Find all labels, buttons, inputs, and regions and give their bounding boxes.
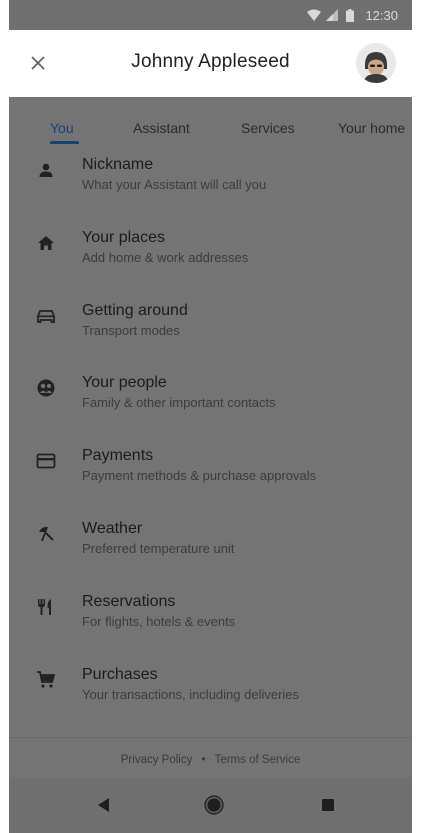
phone-screen: 12:30 Johnny Appleseed You Assistant Ser…	[0, 0, 421, 833]
app-header: Johnny Appleseed	[9, 30, 412, 97]
footer-separator: •	[201, 754, 206, 766]
weather-icon	[35, 523, 57, 545]
active-tab-indicator	[50, 141, 79, 144]
list-item-title: Getting around	[82, 301, 188, 319]
list-item-subtitle: Family & other important contacts	[82, 395, 276, 411]
settings-content: You Assistant Services Your home Nicknam…	[9, 97, 412, 777]
car-icon	[35, 305, 57, 327]
person-icon	[35, 159, 57, 181]
list-item-title: Weather	[82, 519, 143, 537]
terms-of-service-link[interactable]: Terms of Service	[215, 754, 301, 766]
list-item-title: Purchases	[82, 665, 158, 683]
list-item-title: Your people	[82, 374, 167, 392]
list-item-reservations[interactable]: Reservations For flights, hotels & event…	[9, 586, 412, 659]
footer-links: Privacy Policy • Terms of Service	[9, 754, 412, 766]
wifi-icon	[307, 8, 322, 22]
battery-icon	[343, 8, 357, 22]
list-item-title: Reservations	[82, 592, 176, 610]
list-item-title: Nickname	[82, 156, 154, 173]
nav-home-button[interactable]	[204, 795, 224, 815]
credit-card-icon	[35, 450, 57, 472]
list-item-subtitle: What your Assistant will call you	[82, 177, 267, 192]
list-item-subtitle: Your transactions, including deliveries	[82, 686, 300, 702]
home-icon	[35, 232, 57, 254]
list-item-subtitle: For flights, hotels & events	[82, 613, 236, 629]
list-item-your-people[interactable]: Your people Family & other important con…	[9, 367, 412, 440]
list-item-your-places[interactable]: Your places Add home & work addresses	[9, 222, 412, 295]
system-navigation-bar	[9, 777, 412, 833]
list-item-weather[interactable]: Weather Preferred temperature unit	[9, 513, 412, 586]
signal-icon	[325, 8, 339, 22]
settings-list: Nickname What your Assistant will call y…	[9, 149, 412, 731]
avatar-icon	[356, 43, 396, 83]
avatar[interactable]	[356, 43, 396, 83]
tab-bar: You Assistant Services Your home	[9, 97, 412, 148]
nav-back-button[interactable]	[94, 795, 114, 815]
list-item-getting-around[interactable]: Getting around Transport modes	[9, 295, 412, 368]
tab-your-home[interactable]: Your home	[338, 120, 405, 136]
list-item-subtitle: Transport modes	[82, 322, 180, 338]
list-item-subtitle: Payment methods & purchase approvals	[82, 468, 317, 484]
status-time: 12:30	[365, 7, 398, 23]
list-item-nickname[interactable]: Nickname What your Assistant will call y…	[9, 149, 412, 222]
recents-icon	[322, 799, 334, 811]
list-item-title: Your places	[82, 228, 166, 246]
tab-you[interactable]: You	[50, 120, 74, 136]
list-item-subtitle: Add home & work addresses	[82, 249, 249, 265]
list-item-subtitle: Preferred temperature unit	[82, 540, 235, 556]
privacy-policy-link[interactable]: Privacy Policy	[121, 754, 193, 766]
status-bar: 12:30	[9, 0, 412, 30]
nav-recents-button[interactable]	[318, 795, 338, 815]
back-icon	[98, 798, 109, 812]
list-item-purchases[interactable]: Purchases Your transactions, including d…	[9, 659, 412, 732]
restaurant-icon	[35, 596, 57, 618]
footer-divider	[9, 737, 412, 738]
list-item-title: Payments	[82, 447, 154, 465]
home-button-icon	[204, 795, 224, 815]
list-item-payments[interactable]: Payments Payment methods & purchase appr…	[9, 440, 412, 513]
people-icon	[35, 377, 57, 399]
tab-assistant[interactable]: Assistant	[133, 120, 190, 136]
tab-services[interactable]: Services	[241, 120, 295, 136]
page-title: Johnny Appleseed	[131, 51, 290, 72]
cart-icon	[35, 669, 57, 691]
